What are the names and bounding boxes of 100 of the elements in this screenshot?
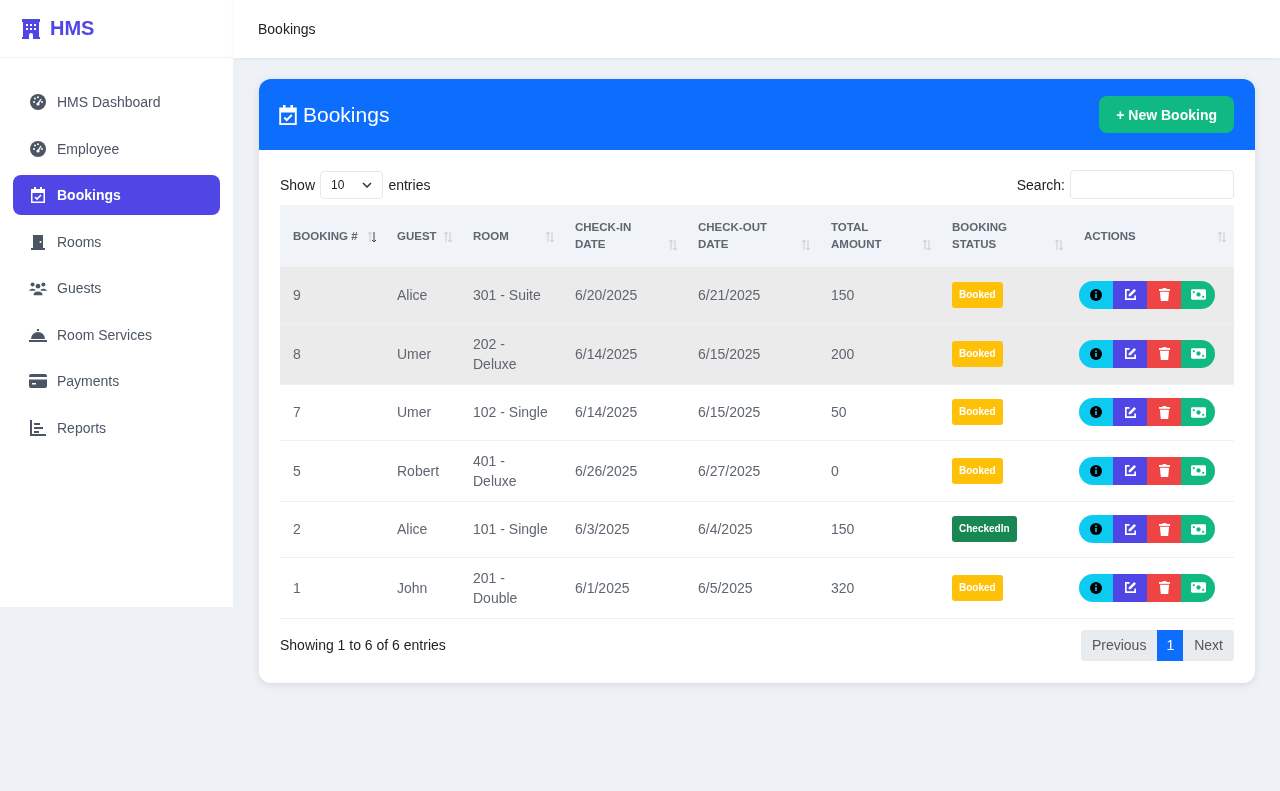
- info-button[interactable]: [1079, 456, 1113, 485]
- page-title: Bookings: [258, 21, 316, 37]
- bar-chart-icon: [29, 419, 47, 436]
- info-icon: [1090, 406, 1102, 418]
- door-icon: [29, 233, 47, 250]
- calendar-check-icon: [29, 187, 47, 203]
- sidebar-item[interactable]: Bookings: [13, 175, 220, 215]
- entries-select[interactable]: 10: [320, 170, 384, 199]
- trash-icon: [1158, 522, 1170, 536]
- pay-button[interactable]: [1181, 573, 1215, 602]
- column-header[interactable]: ROOM: [460, 205, 562, 267]
- room-name: 301 - Suite: [460, 267, 562, 323]
- column-header[interactable]: TOTAL AMOUNT: [818, 205, 939, 267]
- column-header[interactable]: CHECK-OUT DATE: [685, 205, 818, 267]
- sidebar-item[interactable]: Room Services: [13, 314, 220, 355]
- check-out-date: 6/15/2025: [685, 384, 818, 440]
- column-header[interactable]: GUEST: [384, 205, 460, 267]
- gauge-icon: [29, 140, 47, 157]
- check-out-date: 6/15/2025: [685, 323, 818, 384]
- info-button[interactable]: [1079, 280, 1113, 309]
- search-field[interactable]: [1070, 170, 1234, 199]
- edit-icon: [1123, 581, 1137, 594]
- money-bill-icon: [1190, 582, 1206, 593]
- booking-number: 9: [280, 267, 384, 323]
- pay-button[interactable]: [1181, 515, 1215, 543]
- check-in-date: 6/3/2025: [562, 501, 685, 557]
- table-info: Showing 1 to 6 of 6 entries: [280, 637, 446, 653]
- sidebar-item[interactable]: Rooms: [13, 221, 220, 262]
- money-bill-icon: [1190, 523, 1206, 535]
- info-icon: [1090, 347, 1102, 360]
- delete-button[interactable]: [1147, 280, 1181, 309]
- booking-number: 2: [280, 501, 384, 557]
- edit-icon: [1123, 288, 1137, 302]
- money-bill-icon: [1190, 348, 1206, 359]
- info-button[interactable]: [1079, 515, 1113, 543]
- delete-button[interactable]: [1147, 573, 1181, 602]
- info-button[interactable]: [1079, 573, 1113, 602]
- sidebar-item[interactable]: HMS Dashboard: [13, 82, 220, 122]
- total-amount: 320: [818, 557, 939, 618]
- pay-button[interactable]: [1181, 339, 1215, 368]
- booking-number: 5: [280, 440, 384, 501]
- page-button[interactable]: 1: [1157, 629, 1184, 661]
- total-amount: 150: [818, 267, 939, 323]
- money-bill-icon: [1190, 465, 1206, 476]
- total-amount: 0: [818, 440, 939, 501]
- trash-icon: [1158, 464, 1170, 477]
- sidebar-item[interactable]: Guests: [13, 268, 220, 308]
- check-in-date: 6/14/2025: [562, 384, 685, 440]
- chevron-down-icon: [362, 181, 373, 188]
- edit-button[interactable]: [1113, 339, 1147, 368]
- pay-button[interactable]: [1181, 280, 1215, 309]
- delete-button[interactable]: [1147, 515, 1181, 543]
- check-out-date: 6/27/2025: [685, 440, 818, 501]
- check-out-date: 6/4/2025: [685, 501, 818, 557]
- check-out-date: 6/21/2025: [685, 267, 818, 323]
- room-name: 202 - Deluxe: [460, 323, 562, 384]
- total-amount: 150: [818, 501, 939, 557]
- check-in-date: 6/14/2025: [562, 323, 685, 384]
- hotel-icon: [22, 18, 40, 39]
- delete-button[interactable]: [1147, 456, 1181, 485]
- sidebar-item[interactable]: Employee: [13, 128, 220, 169]
- edit-icon: [1123, 522, 1137, 536]
- show-label: Show: [280, 176, 316, 193]
- status-badge: Booked: [952, 399, 1003, 425]
- sidebar-item[interactable]: Payments: [13, 361, 220, 401]
- pay-button[interactable]: [1181, 398, 1215, 426]
- sidebar-item[interactable]: Reports: [13, 407, 220, 448]
- column-header[interactable]: BOOKING STATUS: [939, 205, 1071, 267]
- room-name: 101 - Single: [460, 501, 562, 557]
- info-icon: [1090, 464, 1102, 477]
- status-badge: Booked: [952, 574, 1003, 601]
- guest-name: Robert: [384, 440, 460, 501]
- column-header[interactable]: CHECK-IN DATE: [562, 205, 685, 267]
- brand-name: HMS: [50, 17, 95, 40]
- info-button[interactable]: [1079, 339, 1113, 368]
- check-in-date: 6/26/2025: [562, 440, 685, 501]
- column-header[interactable]: BOOKING #: [280, 205, 384, 267]
- status-badge: Booked: [952, 281, 1003, 308]
- delete-button[interactable]: [1147, 398, 1181, 426]
- delete-button[interactable]: [1147, 339, 1181, 368]
- info-icon: [1090, 523, 1102, 535]
- money-bill-icon: [1190, 289, 1206, 301]
- room-name: 401 - Deluxe: [460, 440, 562, 501]
- trash-icon: [1158, 581, 1170, 594]
- pay-button[interactable]: [1181, 456, 1215, 485]
- trash-icon: [1158, 405, 1170, 419]
- edit-button[interactable]: [1113, 398, 1147, 426]
- info-icon: [1090, 288, 1102, 301]
- edit-button[interactable]: [1113, 515, 1147, 543]
- trash-icon: [1158, 288, 1170, 302]
- column-header[interactable]: ACTIONS: [1071, 205, 1234, 267]
- check-in-date: 6/20/2025: [562, 267, 685, 323]
- info-button[interactable]: [1079, 398, 1113, 426]
- edit-button[interactable]: [1113, 280, 1147, 309]
- users-icon: [29, 280, 47, 296]
- edit-button[interactable]: [1113, 456, 1147, 485]
- edit-button[interactable]: [1113, 573, 1147, 602]
- status-badge: Booked: [952, 457, 1003, 484]
- guest-name: Umer: [384, 384, 460, 440]
- total-amount: 50: [818, 384, 939, 440]
